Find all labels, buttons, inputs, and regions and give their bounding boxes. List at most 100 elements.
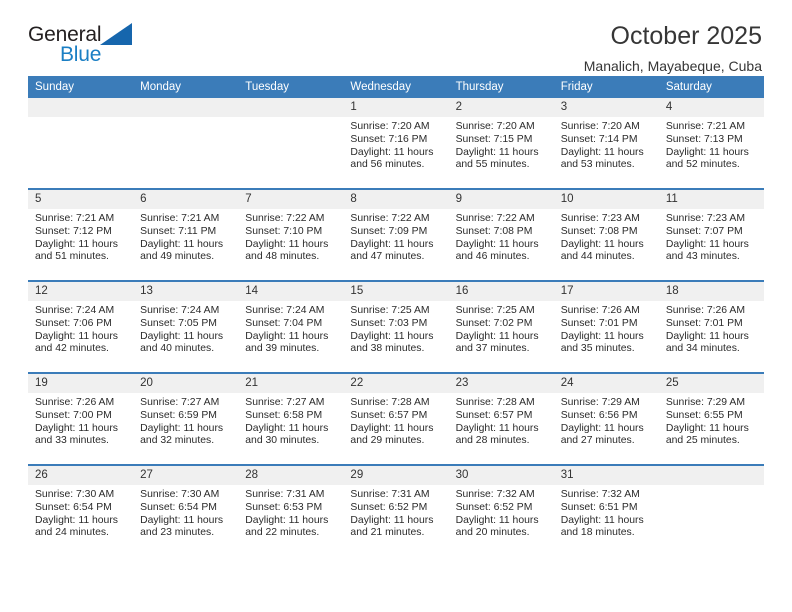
day-details: Sunrise: 7:25 AM Sunset: 7:02 PM Daylight:… [449, 301, 554, 356]
calendar-cell: 27 Sunrise: 7:30 AM Sunset: 6:54 PM Dayligh… [133, 464, 239, 556]
day-cell[interactable]: 6 Sunrise: 7:21 AM Sunset: 7:11 PM Daylight… [133, 190, 239, 280]
day-cell[interactable]: 26 Sunrise: 7:30 AM Sunset: 6:54 PM Dayligh… [28, 466, 134, 556]
calendar-cell [28, 98, 134, 189]
day-cell[interactable]: 21 Sunrise: 7:27 AM Sunset: 6:58 PM Dayligh… [238, 374, 344, 464]
calendar-cell: 9 Sunrise: 7:22 AM Sunset: 7:08 PM Daylight… [448, 188, 554, 281]
daylight-duration-line2: and 35 minutes. [560, 343, 635, 355]
daylight-duration-line1: Daylight: 11 hours [665, 146, 749, 158]
calendar-cell: 30 Sunrise: 7:32 AM Sunset: 6:52 PM Dayligh… [448, 464, 554, 556]
day-cell[interactable]: 29 Sunrise: 7:31 AM Sunset: 6:52 PM Dayligh… [343, 466, 449, 556]
day-number: 19 [28, 374, 134, 393]
sunset-time: Sunset: 7:13 PM [665, 133, 743, 145]
day-cell[interactable]: 19 Sunrise: 7:26 AM Sunset: 7:00 PM Dayligh… [28, 374, 134, 464]
sunset-time: Sunset: 7:03 PM [350, 317, 428, 329]
daylight-duration-line2: and 29 minutes. [350, 435, 425, 447]
calendar-cell: 7 Sunrise: 7:22 AM Sunset: 7:10 PM Daylight… [238, 188, 344, 281]
day-details: Sunrise: 7:29 AM Sunset: 6:56 PM Daylight:… [554, 393, 659, 448]
daylight-duration-line2: and 51 minutes. [35, 251, 109, 263]
day-cell[interactable]: 27 Sunrise: 7:30 AM Sunset: 6:54 PM Dayligh… [133, 466, 239, 556]
daylight-duration-line2: and 42 minutes. [35, 343, 109, 355]
sunrise-time: Sunrise: 7:29 AM [560, 397, 640, 408]
calendar-cell: 16 Sunrise: 7:25 AM Sunset: 7:02 PM Dayligh… [448, 280, 554, 373]
calendar-cell: 31 Sunrise: 7:32 AM Sunset: 6:51 PM Dayligh… [553, 464, 659, 556]
daylight-duration-line2: and 48 minutes. [245, 251, 320, 263]
day-cell[interactable]: 30 Sunrise: 7:32 AM Sunset: 6:52 PM Dayligh… [448, 466, 554, 556]
day-number: 28 [238, 466, 344, 485]
day-cell[interactable]: 15 Sunrise: 7:25 AM Sunset: 7:03 PM Dayligh… [343, 282, 449, 372]
calendar-cell: 22 Sunrise: 7:28 AM Sunset: 6:57 PM Dayligh… [343, 372, 449, 465]
day-cell[interactable]: 24 Sunrise: 7:29 AM Sunset: 6:56 PM Dayligh… [553, 374, 659, 464]
day-cell[interactable]: 9 Sunrise: 7:22 AM Sunset: 7:08 PM Daylight… [448, 190, 554, 280]
day-details: Sunrise: 7:24 AM Sunset: 7:06 PM Daylight:… [28, 301, 133, 356]
daylight-duration-line1: Daylight: 11 hours [560, 238, 644, 250]
day-number: 27 [133, 466, 239, 485]
calendar-cell: 23 Sunrise: 7:28 AM Sunset: 6:57 PM Dayligh… [448, 372, 554, 465]
day-number [28, 98, 134, 117]
daylight-duration-line1: Daylight: 11 hours [455, 146, 539, 158]
day-cell[interactable]: 17 Sunrise: 7:26 AM Sunset: 7:01 PM Dayligh… [553, 282, 659, 372]
daylight-duration-line1: Daylight: 11 hours [140, 422, 224, 434]
calendar-cell [238, 98, 344, 189]
calendar-cell: 14 Sunrise: 7:24 AM Sunset: 7:04 PM Dayligh… [238, 280, 344, 373]
day-details: Sunrise: 7:30 AM Sunset: 6:54 PM Daylight:… [28, 485, 133, 540]
day-number [238, 98, 344, 117]
day-cell[interactable]: 1 Sunrise: 7:20 AM Sunset: 7:16 PM Daylight… [343, 98, 449, 188]
calendar-cell: 10 Sunrise: 7:23 AM Sunset: 7:08 PM Dayligh… [553, 188, 659, 281]
day-cell[interactable]: 5 Sunrise: 7:21 AM Sunset: 7:12 PM Daylight… [28, 190, 134, 280]
daylight-duration-line1: Daylight: 11 hours [560, 422, 644, 434]
day-cell[interactable]: 4 Sunrise: 7:21 AM Sunset: 7:13 PM Daylight… [658, 98, 764, 188]
sunset-time: Sunset: 7:10 PM [245, 225, 323, 237]
day-cell[interactable]: 3 Sunrise: 7:20 AM Sunset: 7:14 PM Daylight… [553, 98, 659, 188]
daylight-duration-line1: Daylight: 11 hours [560, 514, 644, 526]
daylight-duration-line2: and 56 minutes. [350, 159, 425, 171]
day-cell[interactable]: 23 Sunrise: 7:28 AM Sunset: 6:57 PM Dayligh… [448, 374, 554, 464]
sunset-time: Sunset: 6:54 PM [35, 501, 112, 513]
day-cell[interactable]: 16 Sunrise: 7:25 AM Sunset: 7:02 PM Dayligh… [448, 282, 554, 372]
sunset-time: Sunset: 7:05 PM [140, 317, 217, 329]
location-subtitle: Manalich, Mayabeque, Cuba [583, 58, 762, 74]
daylight-duration-line1: Daylight: 11 hours [140, 238, 224, 250]
daylight-duration-line2: and 33 minutes. [35, 435, 109, 447]
daylight-duration-line1: Daylight: 11 hours [665, 422, 749, 434]
calendar-cell: 28 Sunrise: 7:31 AM Sunset: 6:53 PM Dayligh… [238, 464, 344, 556]
daylight-duration-line1: Daylight: 11 hours [350, 146, 434, 158]
day-details: Sunrise: 7:25 AM Sunset: 7:03 PM Daylight:… [343, 301, 448, 356]
calendar-cell: 3 Sunrise: 7:20 AM Sunset: 7:14 PM Daylight… [553, 98, 659, 189]
sunrise-time: Sunrise: 7:21 AM [140, 213, 220, 224]
daylight-duration-line1: Daylight: 11 hours [245, 330, 329, 342]
sunrise-time: Sunrise: 7:24 AM [140, 305, 220, 316]
day-cell[interactable]: 22 Sunrise: 7:28 AM Sunset: 6:57 PM Dayligh… [343, 374, 449, 464]
daylight-duration-line2: and 22 minutes. [245, 527, 320, 539]
day-cell[interactable]: 31 Sunrise: 7:32 AM Sunset: 6:51 PM Dayligh… [553, 466, 659, 556]
day-cell[interactable]: 10 Sunrise: 7:23 AM Sunset: 7:08 PM Dayligh… [553, 190, 659, 280]
day-cell[interactable]: 25 Sunrise: 7:29 AM Sunset: 6:55 PM Dayligh… [658, 374, 764, 464]
day-number: 31 [553, 466, 659, 485]
day-cell[interactable]: 13 Sunrise: 7:24 AM Sunset: 7:05 PM Dayligh… [133, 282, 239, 372]
sunrise-time: Sunrise: 7:24 AM [35, 305, 115, 316]
day-cell[interactable]: 14 Sunrise: 7:24 AM Sunset: 7:04 PM Dayligh… [238, 282, 344, 372]
daylight-duration-line1: Daylight: 11 hours [455, 422, 539, 434]
day-cell[interactable]: 28 Sunrise: 7:31 AM Sunset: 6:53 PM Dayligh… [238, 466, 344, 556]
day-cell[interactable]: 18 Sunrise: 7:26 AM Sunset: 7:01 PM Dayligh… [658, 282, 764, 372]
calendar-cell: 6 Sunrise: 7:21 AM Sunset: 7:11 PM Daylight… [133, 188, 239, 281]
day-cell[interactable]: 12 Sunrise: 7:24 AM Sunset: 7:06 PM Dayligh… [28, 282, 134, 372]
sunset-time: Sunset: 6:55 PM [665, 409, 743, 421]
day-details: Sunrise: 7:31 AM Sunset: 6:53 PM Daylight:… [238, 485, 343, 540]
day-cell[interactable]: 11 Sunrise: 7:23 AM Sunset: 7:07 PM Dayligh… [658, 190, 764, 280]
day-cell[interactable]: 20 Sunrise: 7:27 AM Sunset: 6:59 PM Dayligh… [133, 374, 239, 464]
sunrise-time: Sunrise: 7:21 AM [665, 121, 745, 132]
day-cell[interactable]: 2 Sunrise: 7:20 AM Sunset: 7:15 PM Daylight… [448, 98, 554, 188]
day-number: 4 [658, 98, 764, 117]
day-cell[interactable]: 7 Sunrise: 7:22 AM Sunset: 7:10 PM Daylight… [238, 190, 344, 280]
day-cell[interactable]: 8 Sunrise: 7:22 AM Sunset: 7:09 PM Daylight… [343, 190, 449, 280]
day-number: 29 [343, 466, 449, 485]
sunrise-time: Sunrise: 7:22 AM [455, 213, 535, 224]
day-details: Sunrise: 7:26 AM Sunset: 7:01 PM Daylight:… [554, 301, 659, 356]
daylight-duration-line2: and 44 minutes. [560, 251, 635, 263]
sunset-time: Sunset: 6:54 PM [140, 501, 217, 513]
day-number: 12 [28, 282, 134, 301]
daylight-duration-line2: and 21 minutes. [350, 527, 425, 539]
general-blue-logo[interactable]: General Blue [28, 22, 148, 74]
sunset-time: Sunset: 7:01 PM [665, 317, 743, 329]
sunset-time: Sunset: 6:53 PM [245, 501, 323, 513]
